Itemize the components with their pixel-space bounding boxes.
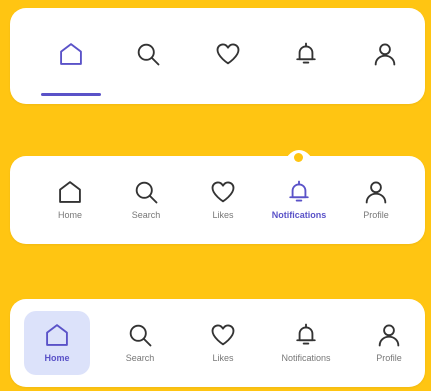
nav-item-notifications[interactable]: Notifications	[259, 178, 339, 220]
active-indicator	[41, 93, 101, 96]
nav-item-likes[interactable]: Likes	[183, 178, 263, 220]
nav-item-home[interactable]: Home	[30, 178, 110, 220]
nav-item-likes[interactable]: Likes	[183, 321, 263, 363]
nav-label-home: Home	[57, 210, 82, 220]
nav-label-search: Search	[125, 353, 155, 363]
nav-item-search[interactable]: Search	[100, 321, 180, 363]
nav-label-profile: Profile	[363, 210, 389, 220]
home-icon	[56, 178, 84, 206]
home-icon	[43, 321, 71, 349]
search-icon	[134, 40, 162, 68]
nav-item-profile[interactable]	[345, 40, 425, 68]
profile-icon	[375, 321, 403, 349]
nav-item-notifications[interactable]	[266, 40, 346, 68]
nav-item-home[interactable]	[31, 40, 111, 68]
nav-item-search[interactable]: Search	[106, 178, 186, 220]
active-dot	[294, 153, 303, 162]
nav-label-notifications: Notifications	[271, 210, 327, 220]
bell-icon	[285, 178, 313, 206]
nav-item-home[interactable]: Home	[17, 321, 97, 363]
heart-icon	[214, 40, 242, 68]
profile-icon	[362, 178, 390, 206]
nav-item-notifications[interactable]: Notifications	[266, 321, 346, 363]
home-icon	[57, 40, 85, 68]
nav-bar-notch: Home Search Likes Notifications Profile	[10, 156, 425, 244]
nav-label-home: Home	[44, 353, 70, 363]
bell-icon	[292, 40, 320, 68]
nav-label-likes: Likes	[212, 353, 234, 363]
nav-item-profile[interactable]: Profile	[336, 178, 416, 220]
search-icon	[132, 178, 160, 206]
heart-icon	[209, 178, 237, 206]
search-icon	[126, 321, 154, 349]
nav-item-search[interactable]	[108, 40, 188, 68]
profile-icon	[371, 40, 399, 68]
bell-icon	[292, 321, 320, 349]
nav-item-likes[interactable]	[188, 40, 268, 68]
nav-bar-pill: Home Search Likes Notifications Profile	[10, 299, 425, 387]
nav-item-profile[interactable]: Profile	[349, 321, 429, 363]
nav-label-profile: Profile	[376, 353, 402, 363]
nav-label-likes: Likes	[212, 210, 234, 220]
nav-bar-underline	[10, 8, 425, 104]
nav-label-search: Search	[131, 210, 161, 220]
nav-label-notifications: Notifications	[281, 353, 331, 363]
heart-icon	[209, 321, 237, 349]
